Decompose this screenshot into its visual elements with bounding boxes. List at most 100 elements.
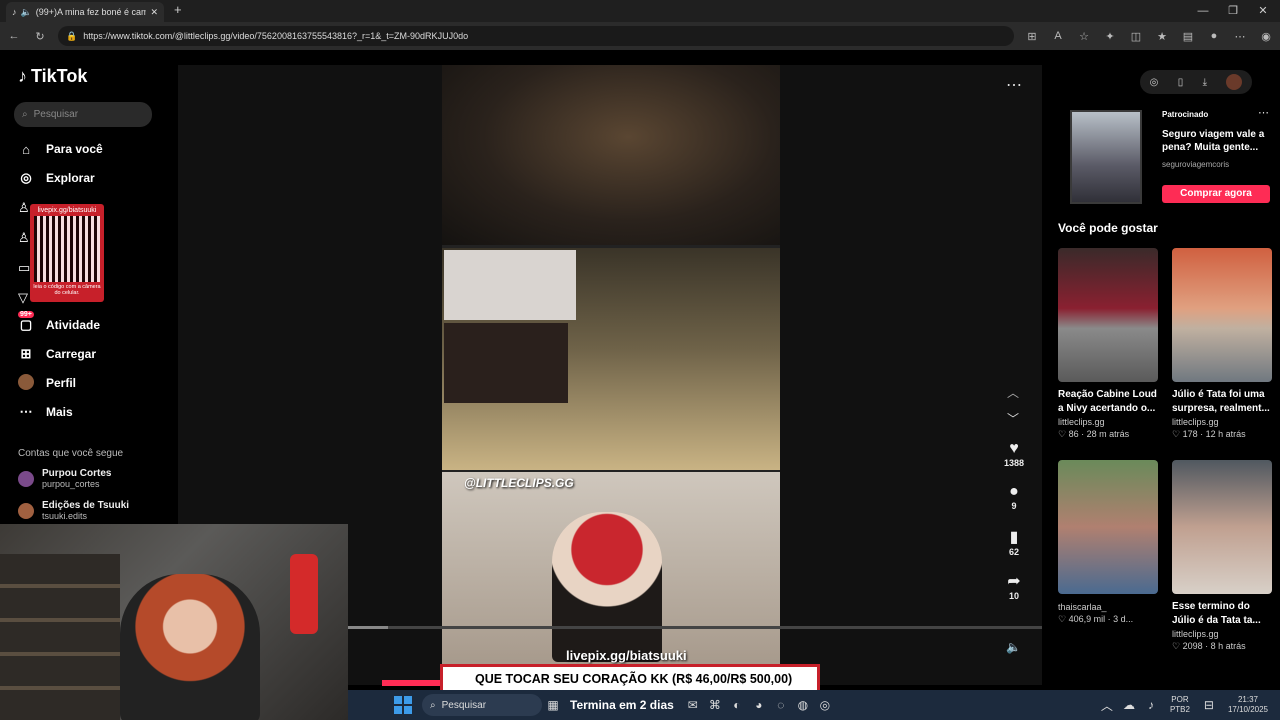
close-icon[interactable]: ✕ [150,7,158,18]
teams-icon[interactable]: ⌘ [704,698,726,712]
following-icon[interactable]: ♙ [18,200,30,216]
chevron-down-icon[interactable]: ﹀ [1007,410,1019,427]
discord-icon[interactable]: ◕ [748,698,770,712]
read-aloud-icon[interactable]: A [1050,30,1066,42]
taskbar-search[interactable]: ⌕ Pesquisar [422,694,542,716]
download-icon[interactable]: ⤓ [1203,77,1207,88]
webcam-overlay [0,524,348,720]
card-thumbnail [1172,460,1272,594]
menu-icon[interactable]: ⋯ [1232,30,1248,43]
window-close-button[interactable]: ✕ [1248,2,1278,20]
browser-tab[interactable]: ♪ 🔈 (99+)A mina fez boné é cam ✕ [6,2,164,22]
like-button[interactable]: ♥ 1388 [996,440,1032,468]
plus-square-icon: ⊞ [20,346,32,361]
url-text: https://www.tiktok.com/@littleclips.gg/v… [83,31,469,41]
recommend-card[interactable]: Reação Cabine Loud a Nivy acertando o...… [1058,248,1158,440]
tiktok-logo[interactable]: ♪ TikTok [18,66,87,87]
avatar[interactable] [1226,74,1243,90]
apps-icon[interactable]: ⊞ [1024,30,1040,43]
video-progress-bar[interactable] [348,626,1042,629]
ad-more-icon[interactable]: ⋯ [1258,106,1269,119]
edge-icon[interactable]: ◐ [726,698,748,712]
card-thumbnail [1172,248,1272,382]
nav-item-carregar[interactable]: ⊞ Carregar [18,343,96,365]
messages-icon[interactable]: ▽ [18,290,28,306]
save-button[interactable]: ▮ 62 [996,527,1032,557]
obs-icon[interactable]: ◎ [814,698,836,712]
phone-icon[interactable]: ▯ [1178,77,1184,88]
recommend-card[interactable]: Júlio é Tata foi uma surpresa, realment.… [1172,248,1272,440]
ad-thumbnail[interactable] [1070,110,1142,204]
network-icon[interactable]: ⊟ [1198,698,1220,712]
ad-title[interactable]: Seguro viagem vale a pena? Muita gente..… [1162,128,1270,154]
split-screen-icon[interactable]: ◫ [1128,30,1144,43]
heart-icon: ♡ [1058,614,1067,624]
nav-item-para-voce[interactable]: ⌂ Para você [18,138,103,160]
profile-avatar[interactable]: ● [1206,30,1222,42]
recommend-card[interactable]: thaiscarlaa_ ♡ 406,9 mil · 3 d... [1058,460,1158,625]
language-indicator[interactable]: POR PTB2 [1170,695,1190,715]
nav-item-atividade[interactable]: ▢ 99+ Atividade [18,311,100,336]
extensions-icon[interactable]: ✦ [1102,30,1118,43]
card-author: thaiscarlaa_ [1058,602,1107,612]
video-inset-cam-2 [444,323,568,403]
card-stats: ♡ 86 · 28 m atrás [1058,429,1130,439]
volume-icon[interactable]: 🔈 [1006,640,1021,654]
avatar [18,502,34,519]
bookmark-icon: ▮ [1009,529,1019,546]
mic-icon[interactable]: ♪ [1140,698,1162,712]
following-account[interactable]: Edições de Tsuuki tsuuki.edits [18,500,129,521]
more-options-icon[interactable]: ⋯ [1006,75,1022,95]
new-tab-button[interactable]: + [174,2,182,17]
shelf [0,554,120,720]
buy-now-button[interactable]: Comprar agora [1162,185,1270,203]
collections-icon[interactable]: ▤ [1180,30,1196,43]
qr-url: livepix.gg/biatsuuki [37,207,97,214]
clock[interactable]: 21:37 17/10/2025 [1228,695,1268,715]
outlook-icon[interactable]: ✉ [682,698,704,712]
compass-icon[interactable]: ◎ [1150,77,1159,88]
qr-code-image [34,216,100,282]
chevron-up-icon[interactable]: ︿ [1096,697,1118,714]
tiktok-note-icon: ♪ [18,66,27,86]
windows-start-icon[interactable] [394,696,412,714]
search-input[interactable]: ⌕ Pesquisar [14,102,152,127]
browser-nav-bar: ← ↻ 🔒 https://www.tiktok.com/@littleclip… [0,22,1280,50]
nav-item-perfil[interactable]: Perfil [18,372,76,394]
comment-button[interactable]: ● 9 [996,483,1032,511]
following-account[interactable]: Purpou Cortes purpou_cortes [18,468,111,489]
account-name: Edições de Tsuuki [42,500,130,511]
favorite-star-icon[interactable]: ☆ [1076,30,1092,43]
address-bar[interactable]: 🔒 https://www.tiktok.com/@littleclips.gg… [58,26,1014,46]
home-icon: ⌂ [22,141,30,157]
share-count: 10 [1008,591,1019,601]
account-handle: tsuuki.edits [42,511,88,521]
share-button[interactable]: ➦ 10 [996,571,1032,601]
live-icon[interactable]: ▭ [18,260,30,276]
recommend-card[interactable]: Esse termino do Júlio é da Tata ta... li… [1172,460,1272,652]
ad-account[interactable]: seguroviagemcoris [1162,160,1229,169]
app-icon[interactable]: ▦ [542,698,564,712]
maximize-button[interactable]: ❐ [1218,2,1248,20]
cloud-icon[interactable]: ☁ [1118,698,1140,712]
minimize-button[interactable]: — [1188,2,1218,20]
account-name: Purpou Cortes [42,468,112,479]
nav-item-explorar[interactable]: ◎ Explorar [18,167,94,189]
back-icon[interactable]: ← [6,30,22,42]
refresh-icon[interactable]: ↻ [32,30,48,43]
favorites-icon[interactable]: ★ [1154,30,1170,43]
heart-icon: ♡ [1172,641,1181,651]
copilot-icon[interactable]: ◉ [1258,30,1274,43]
tiktok-tab-icon: ♪ [12,7,17,17]
friends-icon[interactable]: ♙ [18,230,30,246]
more-icon: ⋯ [19,404,33,419]
streamer-figure [120,574,260,720]
card-stats: ♡ 2098 · 8 h atrás [1172,641,1246,651]
following-header: Contas que você segue [18,448,124,459]
nav-item-mais[interactable]: ⋯ Mais [18,401,73,423]
spotify-icon[interactable]: ◍ [792,698,814,712]
speaker-icon[interactable]: 🔈 [21,7,32,18]
whatsapp-icon[interactable]: ◌ [770,698,792,712]
video-player[interactable]: @LITTLECLIPS.GG livepix.gg/biatsuuki [442,65,780,665]
chevron-up-icon[interactable]: ︿ [1007,384,1019,401]
